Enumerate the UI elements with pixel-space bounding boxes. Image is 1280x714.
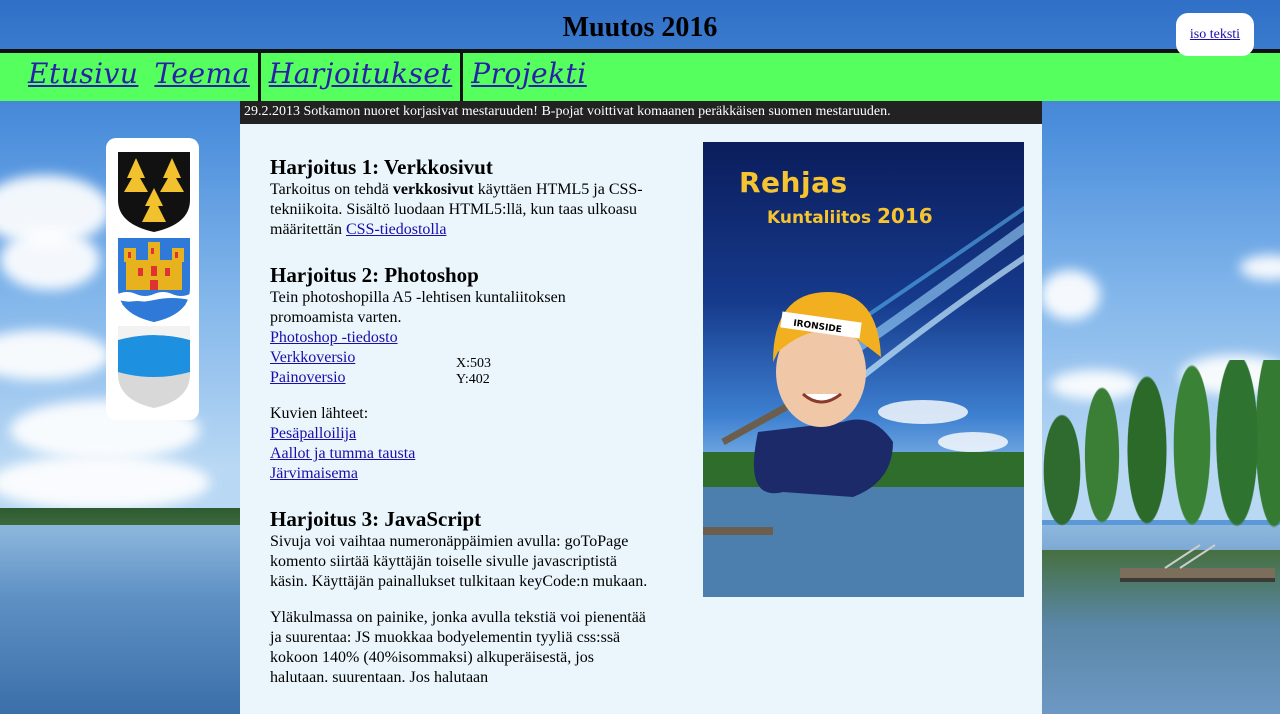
nav-item-etusivu[interactable]: Etusivu bbox=[0, 53, 146, 97]
coat-of-arms-panel bbox=[106, 138, 199, 420]
nav-item-teema[interactable]: Teema bbox=[146, 53, 257, 97]
nav-item-harjoitukset[interactable]: Harjoitukset bbox=[257, 53, 464, 105]
mouse-coordinates: X:503 Y:402 bbox=[456, 356, 491, 388]
exercise-1: Harjoitus 1: Verkkosivut Tarkoitus on te… bbox=[270, 154, 650, 240]
main-nav: Etusivu Teema Harjoitukset Projekti bbox=[0, 49, 1280, 105]
coord-y: Y:402 bbox=[456, 372, 490, 387]
exercise-3-text-2: Yläkulmassa on painike, jonka avulla tek… bbox=[270, 609, 646, 686]
news-ticker: 29.2.2013 Sotkamon nuoret korjasivat mes… bbox=[240, 101, 1042, 124]
poster-image[interactable]: Rehjas Kuntaliitos 2016 IRONSIDE bbox=[703, 142, 1024, 597]
css-file-link[interactable]: CSS-tiedostolla bbox=[346, 221, 446, 238]
poster-title: Rehjas bbox=[739, 166, 848, 199]
exercise-3: Harjoitus 3: JavaScript Sivuja voi vaiht… bbox=[270, 506, 650, 688]
poster-subtitle: Kuntaliitos 2016 bbox=[767, 204, 933, 228]
coat-of-arms-spruce-icon bbox=[118, 152, 190, 232]
big-text-button[interactable]: iso teksti bbox=[1176, 13, 1254, 56]
exercise-2-text: Tein photoshopilla A5 -lehtisen kuntalii… bbox=[270, 289, 566, 326]
coat-of-arms-lake-icon bbox=[118, 326, 190, 408]
exercise-1-title: Harjoitus 1: Verkkosivut bbox=[270, 155, 493, 179]
exercise-3-title: Harjoitus 3: JavaScript bbox=[270, 507, 482, 531]
exercise-1-text: Tarkoitus on tehdä verkkosivut käyttäen … bbox=[270, 181, 643, 238]
source-link-lake[interactable]: Järvimaisema bbox=[270, 464, 650, 484]
exercise-2-title: Harjoitus 2: Photoshop bbox=[270, 263, 479, 287]
exercise-3-text-1: Sivuja voi vaihtaa numeronäppäimien avul… bbox=[270, 533, 648, 590]
nav-item-projekti[interactable]: Projekti bbox=[463, 53, 595, 97]
coat-of-arms-castle-icon bbox=[118, 238, 190, 322]
main-content: Harjoitus 1: Verkkosivut Tarkoitus on te… bbox=[240, 124, 1042, 714]
source-link-waves[interactable]: Aallot ja tumma tausta bbox=[270, 444, 650, 464]
page-header: Muutos 2016 bbox=[0, 0, 1280, 50]
image-sources-label: Kuvien lähteet: bbox=[270, 405, 369, 422]
source-link-pesapalloilija[interactable]: Pesäpalloilija bbox=[270, 424, 650, 444]
exercise-column: Harjoitus 1: Verkkosivut Tarkoitus on te… bbox=[270, 154, 650, 710]
coord-x: X:503 bbox=[456, 356, 491, 371]
photoshop-file-link[interactable]: Photoshop -tiedosto bbox=[270, 328, 650, 348]
site-title: Muutos 2016 bbox=[562, 12, 718, 43]
